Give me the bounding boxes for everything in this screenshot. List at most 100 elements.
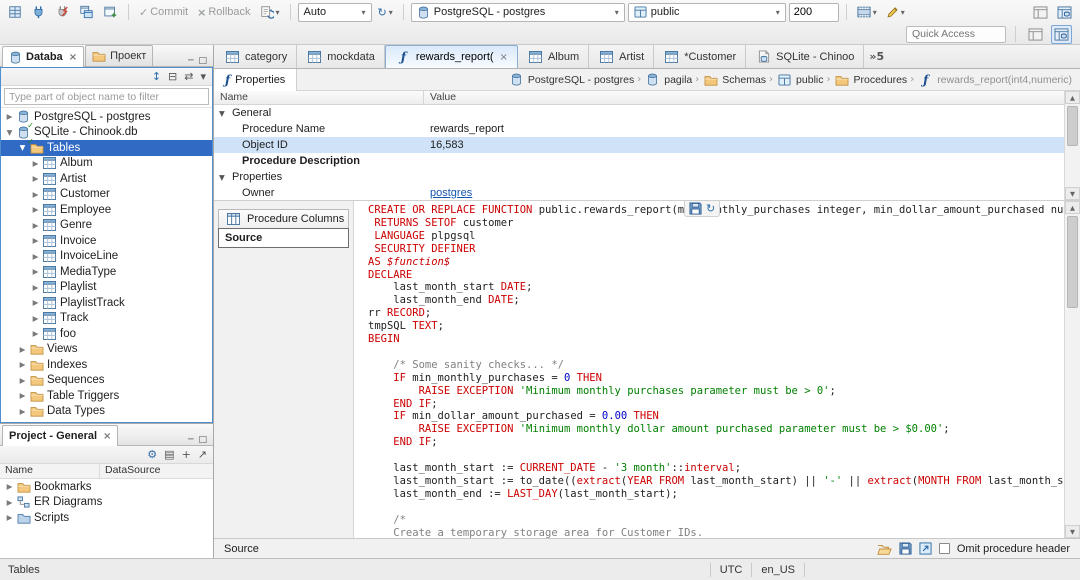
general-perspective-button[interactable] [1025,25,1046,44]
tab-database-navigator[interactable]: Databa × [2,46,85,67]
refresh-icon[interactable]: ↻ [706,203,715,214]
breadcrumb-item-procedures[interactable]: Procedures [833,74,907,86]
property-row-procedure-description[interactable]: Procedure Description [214,153,1064,169]
tree-expander-icon[interactable]: ▶ [30,190,41,199]
tree-item-sequences[interactable]: ▶ Sequences [1,373,212,389]
scroll-down-icon[interactable]: ▼ [1065,187,1080,200]
tree-expander-icon[interactable]: ▶ [17,360,28,369]
disconnect-button[interactable] [52,4,73,20]
link-with-editor-icon[interactable]: ⇄ [184,71,193,82]
tree-item-invoiceline[interactable]: ▶ InvoiceLine [1,249,212,265]
tree-item-table-triggers[interactable]: ▶ Table Triggers [1,388,212,404]
tree-item-indexes[interactable]: ▶ Indexes [1,357,212,373]
expander-icon[interactable]: ▼ [219,109,232,118]
scroll-up-icon[interactable]: ▲ [1065,91,1080,104]
tab-overflow-indicator[interactable]: »5 [869,50,884,63]
editor-tab-rewards-report[interactable]: ƒ rewards_report(× [384,45,518,68]
connection-combo[interactable]: PostgreSQL - postgres ▾ [410,2,625,22]
scroll-thumb[interactable] [1067,106,1078,146]
project-item-bookmarks[interactable]: ▶ Bookmarks [0,479,213,495]
tree-expander-icon[interactable]: ▶ [30,329,41,338]
window-layout-button[interactable] [1030,5,1051,20]
rollback-button[interactable]: × Rollback [194,5,253,19]
close-icon[interactable]: × [500,52,508,63]
save-icon[interactable] [689,202,702,215]
quick-access-input[interactable] [906,25,1006,43]
property-row-procedure-name[interactable]: Procedure Name rewards_report [214,121,1064,137]
property-row-properties[interactable]: ▼ Properties [214,169,1064,185]
source-scrollbar[interactable]: ▲ ▼ [1064,201,1080,538]
minimize-icon[interactable]: ─ [188,57,193,66]
tree-expander-icon[interactable]: ▶ [4,498,15,507]
editor-tab-album[interactable]: Album [518,45,590,68]
editor-tab-category[interactable]: category [215,45,298,68]
minimize-icon[interactable]: ─ [188,436,193,445]
editor-tab-customer[interactable]: *Customer [654,45,747,68]
close-icon[interactable]: × [69,52,77,63]
save-to-file-icon[interactable] [899,542,912,555]
database-window-button[interactable] [1054,5,1075,20]
scroll-down-icon[interactable]: ▼ [1065,525,1080,538]
property-row-general[interactable]: ▼ General [214,105,1064,121]
close-icon[interactable]: × [103,431,111,442]
commit-button[interactable]: ✓ Commit [136,5,191,19]
editor-tab-sqlite-chinoo[interactable]: SQLite - Chinoo [746,45,865,68]
project-item-er-diagrams[interactable]: ▶ ER Diagrams [0,495,213,511]
tree-expander-icon[interactable]: ▶ [17,345,28,354]
tab-projects[interactable]: Проект [85,45,154,66]
tree-expander-icon[interactable]: ▶ [30,221,41,230]
tree-item-genre[interactable]: ▶ Genre [1,218,212,234]
grid-scrollbar[interactable]: ▲ ▼ [1064,91,1080,200]
tree-expander-icon[interactable]: ▶ [30,252,41,261]
add-icon[interactable]: + [182,449,191,460]
commit-mode-combo[interactable]: Auto ▾ [297,2,372,22]
tree-item-album[interactable]: ▶ Album [1,156,212,172]
tab-properties[interactable]: ƒ Properties [214,68,298,91]
tree-expander-icon[interactable]: ▶ [30,159,41,168]
tree-expander-icon[interactable]: ▶ [30,314,41,323]
breadcrumb-item-public[interactable]: public [776,74,823,86]
maximize-icon[interactable]: □ [198,57,207,66]
timezone-indicator[interactable]: UTC [720,564,743,576]
column-header-name[interactable]: Name [0,464,100,478]
tree-expander-icon[interactable]: ▶ [4,513,15,522]
tree-expander-icon[interactable]: ▶ [17,391,28,400]
tree-expander-icon[interactable]: ▶ [4,482,15,491]
sort-icon[interactable]: ↕ [152,71,161,82]
grid-presentation-button[interactable]: ▾ [854,5,880,19]
view-menu-icon[interactable]: ▾ [200,71,206,82]
tree-expander-icon[interactable]: ▶ [30,236,41,245]
tree-item-views[interactable]: ▶ Views [1,342,212,358]
scroll-up-icon[interactable]: ▲ [1065,201,1080,214]
open-in-editor-icon[interactable]: ↗ [198,449,207,460]
load-from-file-icon[interactable] [877,543,892,555]
edit-object-button[interactable]: ▾ [883,5,908,20]
tree-item-postgresql-postgres[interactable]: ▶ ✓ PostgreSQL - postgres [1,109,212,130]
editor-tab-artist[interactable]: Artist [589,45,655,68]
grid-column-name[interactable]: Name [214,91,424,104]
property-row-owner[interactable]: Owner postgres [214,185,1064,200]
database-perspective-button[interactable] [1051,24,1072,44]
tree-expander-icon[interactable]: ▼ [4,128,15,137]
tree-expander-icon[interactable]: ▶ [17,376,28,385]
source-code[interactable]: CREATE OR REPLACE FUNCTION public.reward… [354,201,1064,538]
new-connection-button[interactable] [28,4,49,20]
tree-item-employee[interactable]: ▶ Employee [1,202,212,218]
omit-procedure-header-checkbox[interactable] [938,543,950,554]
column-header-datasource[interactable]: DataSource [100,464,160,478]
fetch-size-input[interactable] [788,2,839,22]
collapse-all-icon[interactable]: ⊟ [168,71,177,82]
tree-expander-icon[interactable]: ▶ [30,205,41,214]
breadcrumb-item-postgresql-postgres[interactable]: PostgreSQL - postgres [508,73,634,86]
tree-item-customer[interactable]: ▶ Customer [1,187,212,203]
scroll-thumb[interactable] [1067,216,1078,308]
tree-expander-icon[interactable]: ▶ [30,298,41,307]
gear-icon[interactable]: ⚙ [147,449,157,460]
tree-item-invoice[interactable]: ▶ Invoice [1,233,212,249]
new-sql-editor-button[interactable] [76,4,97,20]
refresh-button[interactable]: ↻ ▾ [375,6,396,19]
expander-icon[interactable]: ▼ [219,173,232,182]
object-filter-input[interactable] [4,88,209,105]
editor-tab-mockdata[interactable]: mockdata [297,45,385,68]
tree-item-mediatype[interactable]: ▶ MediaType [1,264,212,280]
